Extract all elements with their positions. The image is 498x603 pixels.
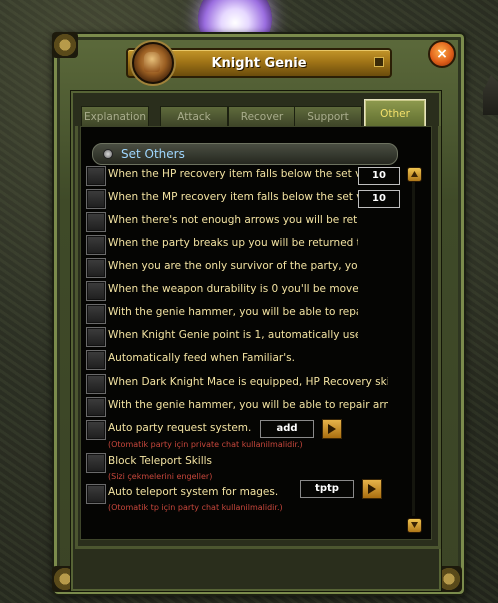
option-genie-hammer: With the genie hammer, you will be able … xyxy=(86,304,366,324)
checkbox[interactable] xyxy=(86,453,106,473)
tab-label: Recover xyxy=(240,111,284,123)
close-button[interactable]: × xyxy=(428,40,456,68)
option-label: With the genie hammer, you will be able … xyxy=(108,399,388,411)
option-label: Auto party request system. xyxy=(108,422,252,434)
option-label: When you are the only survivor of the pa… xyxy=(108,260,358,272)
hp-threshold-input[interactable]: 10 xyxy=(358,167,400,185)
knight-helmet-icon xyxy=(132,42,174,84)
option-label: When Knight Genie point is 1, automatica… xyxy=(108,329,358,341)
tab-recover[interactable]: Recover xyxy=(228,106,296,127)
arrow-up-icon xyxy=(411,171,418,177)
checkbox[interactable] xyxy=(86,166,106,186)
option-dark-knight-mace: When Dark Knight Mace is equipped, HP Re… xyxy=(86,374,388,394)
tab-label: Support xyxy=(307,111,349,123)
option-label: When Dark Knight Mace is equipped, HP Re… xyxy=(108,376,388,388)
checkbox[interactable] xyxy=(86,258,106,278)
block-teleport-hint: (Sizi çekmelerini engeller) xyxy=(108,472,213,481)
play-arrow-icon xyxy=(328,424,336,434)
tab-support[interactable]: Support xyxy=(294,106,362,127)
checkbox[interactable] xyxy=(86,304,106,324)
option-label: Automatically feed when Familiar's. xyxy=(108,352,295,364)
option-arrows-return: When there's not enough arrows you will … xyxy=(86,212,366,232)
option-label: Auto teleport system for mages. xyxy=(108,486,279,498)
auto-party-submit-button[interactable] xyxy=(322,419,342,439)
tab-attack[interactable]: Attack xyxy=(160,106,228,127)
checkbox[interactable] xyxy=(86,420,106,440)
checkbox[interactable] xyxy=(86,374,106,394)
frame-corner-top-left xyxy=(52,32,78,58)
option-label: Block Teleport Skills xyxy=(108,455,213,467)
tab-label: Other xyxy=(380,108,410,120)
option-label: When the party breaks up you will be ret… xyxy=(108,237,358,249)
option-genie-point: When Knight Genie point is 1, automatica… xyxy=(86,327,366,347)
close-icon: × xyxy=(436,46,448,62)
option-genie-hammer-armor: With the genie hammer, you will be able … xyxy=(86,397,388,417)
auto-party-input[interactable]: add xyxy=(260,420,314,438)
scroll-up-button[interactable] xyxy=(407,167,422,182)
checkbox[interactable] xyxy=(86,397,106,417)
tab-label: Explanation xyxy=(83,111,147,123)
window-title: Knight Genie xyxy=(211,55,307,71)
scrollbar-track[interactable] xyxy=(412,182,415,516)
checkbox[interactable] xyxy=(86,235,106,255)
option-feed-familiar: Automatically feed when Familiar's. xyxy=(86,350,366,370)
checkbox[interactable] xyxy=(86,189,106,209)
checkbox[interactable] xyxy=(86,484,106,504)
checkbox[interactable] xyxy=(86,350,106,370)
checkbox[interactable] xyxy=(86,212,106,232)
radio-dot-icon xyxy=(103,149,113,159)
option-mp-recovery: When the MP recovery item falls below th… xyxy=(86,189,366,209)
option-block-teleport: Block Teleport Skills xyxy=(86,453,366,473)
scroll-down-button[interactable] xyxy=(407,518,422,533)
auto-teleport-hint: (Otomatik tp için party chat kullanilmal… xyxy=(108,503,283,512)
tab-label: Attack xyxy=(177,111,211,123)
option-hp-recovery: When the HP recovery item falls below th… xyxy=(86,166,366,186)
checkbox[interactable] xyxy=(86,281,106,301)
auto-teleport-input[interactable]: tptp xyxy=(300,480,354,498)
option-label: When the HP recovery item falls below th… xyxy=(108,168,358,180)
play-arrow-icon xyxy=(368,484,376,494)
title-ornament xyxy=(374,57,384,67)
tab-explanation[interactable]: Explanation xyxy=(81,106,149,127)
section-title: Set Others xyxy=(121,147,185,161)
option-label: When the MP recovery item falls below th… xyxy=(108,191,358,203)
option-weapon-durability: When the weapon durability is 0 you'll b… xyxy=(86,281,366,301)
option-label: When there's not enough arrows you will … xyxy=(108,214,358,226)
option-only-survivor: When you are the only survivor of the pa… xyxy=(86,258,366,278)
option-label: When the weapon durability is 0 you'll b… xyxy=(108,283,358,295)
arrow-down-icon xyxy=(411,522,418,528)
option-party-breaks: When the party breaks up you will be ret… xyxy=(86,235,366,255)
section-header: Set Others xyxy=(92,143,398,165)
tab-other[interactable]: Other xyxy=(364,99,426,128)
checkbox[interactable] xyxy=(86,327,106,347)
auto-party-hint: (Otomatik party için private chat kullan… xyxy=(108,440,303,449)
option-label: With the genie hammer, you will be able … xyxy=(108,306,358,318)
auto-teleport-submit-button[interactable] xyxy=(362,479,382,499)
mp-threshold-input[interactable]: 10 xyxy=(358,190,400,208)
